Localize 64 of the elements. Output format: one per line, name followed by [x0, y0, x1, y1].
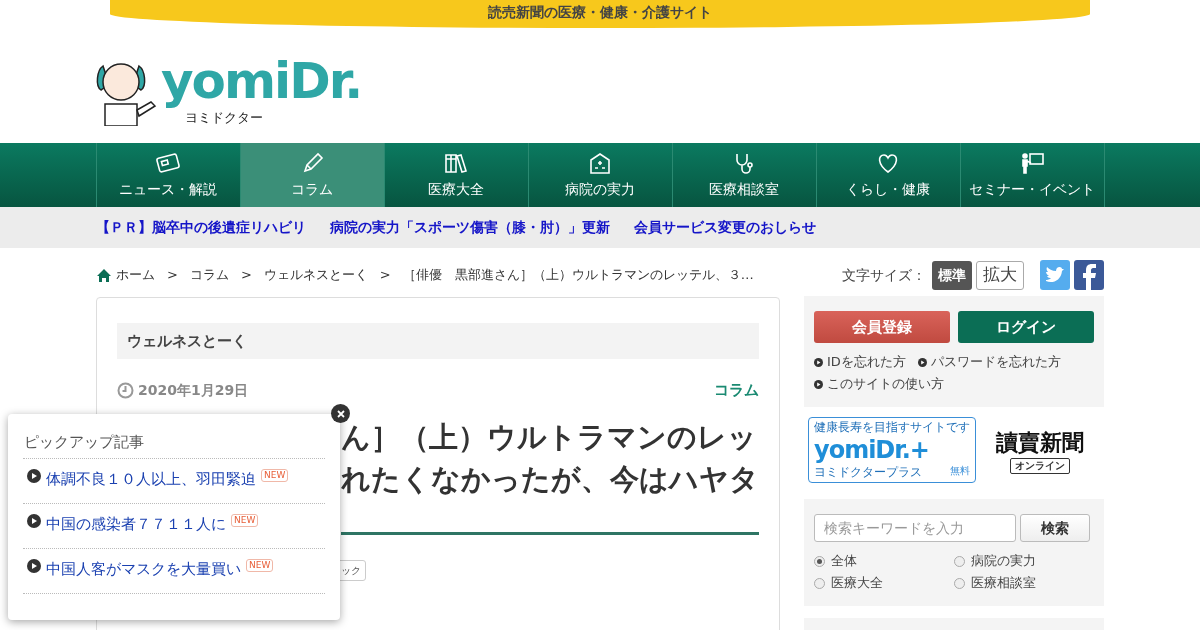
- play-icon: [27, 469, 41, 483]
- pickup-link[interactable]: 中国人客がマスクを大量買い: [46, 561, 241, 577]
- notice-link[interactable]: 【ＰＲ】脳卒中の後遺症リハビリ: [96, 217, 306, 238]
- breadcrumb-separator: >: [167, 266, 178, 285]
- series-title: ウェルネスとーく: [127, 330, 247, 352]
- font-size-button[interactable]: 拡大: [976, 260, 1024, 290]
- play-icon: [917, 357, 927, 367]
- article-title-line: ん］（上）ウルトラマンのレッ: [341, 418, 758, 456]
- new-badge: NEW: [261, 469, 289, 482]
- banner-wordmark: yomiDr.+: [814, 435, 930, 465]
- banner-tagline: 健康長寿を目指すサイトです: [814, 420, 970, 435]
- pickup-title: ピックアップ記事: [24, 433, 144, 451]
- play-icon: [814, 357, 823, 367]
- yomiuri-online-banner[interactable]: 讀賣新聞 オンライン: [982, 426, 1098, 474]
- home-icon: [96, 267, 112, 283]
- breadcrumb-separator: >: [379, 266, 391, 285]
- help-link[interactable]: IDを忘れた方: [814, 351, 906, 373]
- breadcrumb-link[interactable]: ウェルネスとーく: [263, 265, 368, 285]
- close-button[interactable]: [331, 404, 350, 423]
- yomidr-plus-banner[interactable]: 健康長寿を目指すサイトです yomiDr.+ ヨミドクタープラス 無料: [808, 417, 976, 483]
- font-size-label: 文字サイズ：: [842, 265, 926, 285]
- breadcrumb-link[interactable]: コラム: [189, 265, 229, 285]
- new-badge: NEW: [231, 514, 259, 527]
- pickup-link[interactable]: 中国の感染者７７１１人に: [46, 516, 226, 532]
- search-button[interactable]: 検索: [1020, 514, 1090, 542]
- clock-icon: [117, 381, 134, 399]
- banner-subtitle: ヨミドクタープラス: [814, 465, 922, 480]
- close-icon: [336, 409, 345, 418]
- register-button[interactable]: 会員登録: [814, 311, 950, 343]
- scope-radio[interactable]: 医療大全: [814, 572, 954, 594]
- lecturer-icon: [1019, 150, 1045, 175]
- notice-link[interactable]: 会員サービス変更のおしらせ: [634, 217, 816, 238]
- hospital-icon: [587, 150, 613, 175]
- breadcrumb-link[interactable]: ［俳優 黒部進さん］（上）ウルトラマンのレッテル、３…: [402, 265, 754, 285]
- dog-mascot-drawing: [95, 60, 159, 126]
- article-date: 2020年1月29日: [138, 380, 249, 400]
- scope-radio[interactable]: 病院の実力: [954, 550, 1094, 572]
- newspaper-icon: [155, 150, 181, 175]
- facebook-icon[interactable]: [1074, 260, 1104, 290]
- scope-radio[interactable]: 医療相談室: [954, 572, 1094, 594]
- logo-wordmark: yomiDr.: [161, 52, 362, 110]
- logo-subtitle: ヨミドクター: [184, 110, 264, 126]
- play-icon: [27, 514, 41, 528]
- login-button[interactable]: ログイン: [958, 311, 1094, 343]
- new-badge: NEW: [246, 559, 274, 572]
- logo[interactable]: yomiDr. ヨミドクター: [95, 52, 362, 126]
- nav-tab[interactable]: コラム: [240, 143, 385, 207]
- notice-link[interactable]: 病院の実力「スポーツ傷害（膝・肘）」更新: [330, 217, 610, 238]
- search-field[interactable]: 検索キーワードを入力: [814, 514, 1016, 542]
- newspaper-wordmark: 讀賣新聞: [996, 428, 1084, 457]
- article-title-line: れたくなかったが、今はハヤタ: [341, 460, 759, 498]
- online-label: オンライン: [1010, 458, 1070, 474]
- free-label: 無料: [950, 465, 970, 478]
- font-size-button[interactable]: 標準: [932, 260, 972, 290]
- site-tagline: 読売新聞の医療・健康・介護サイト: [488, 5, 712, 19]
- category-link[interactable]: コラム: [714, 379, 759, 402]
- play-icon: [27, 559, 41, 573]
- play-icon: [814, 379, 823, 389]
- pickup-link[interactable]: 体調不良１０人以上、羽田緊迫: [46, 471, 256, 487]
- breadcrumb-link[interactable]: ホーム: [96, 265, 155, 285]
- help-link[interactable]: パスワードを忘れた方: [917, 351, 1061, 373]
- scope-radio[interactable]: 全体: [814, 550, 954, 572]
- help-link[interactable]: このサイトの使い方: [814, 373, 944, 395]
- breadcrumb-separator: >: [240, 266, 252, 285]
